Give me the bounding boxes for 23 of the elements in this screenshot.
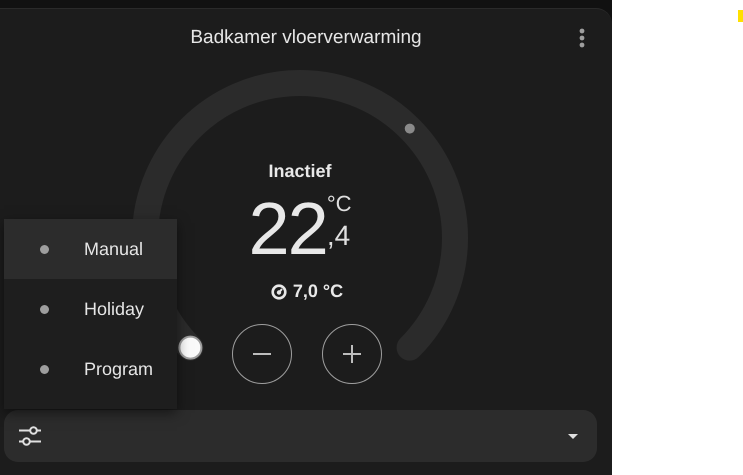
temperature-unit: °C xyxy=(326,191,352,217)
target-temperature: 7,0 °C xyxy=(292,281,344,302)
slider-thumb[interactable] xyxy=(178,336,202,360)
bullet-icon xyxy=(40,364,49,374)
bullet-icon xyxy=(40,244,49,254)
gauge-icon xyxy=(270,284,287,300)
plus-icon xyxy=(343,345,361,363)
dropdown-caret-icon xyxy=(568,434,578,438)
bullet-icon xyxy=(40,304,49,314)
menu-item[interactable]: Program xyxy=(4,339,177,399)
increase-button[interactable] xyxy=(322,324,382,384)
temperature-decimal: ,4 xyxy=(326,221,352,251)
sliders-icon xyxy=(19,426,41,446)
temperature-value: 22 xyxy=(248,191,327,267)
decrease-button[interactable] xyxy=(232,324,292,384)
card-title: Badkamer vloerverwarming xyxy=(190,27,422,49)
more-options-icon[interactable] xyxy=(579,28,585,48)
edge-mark xyxy=(738,10,743,22)
minus-icon xyxy=(253,353,271,355)
menu-item[interactable]: Manual xyxy=(4,219,177,279)
current-temperature-marker xyxy=(404,124,415,134)
menu-item[interactable]: Holiday xyxy=(4,279,177,339)
status-label: Inactief xyxy=(268,161,332,183)
